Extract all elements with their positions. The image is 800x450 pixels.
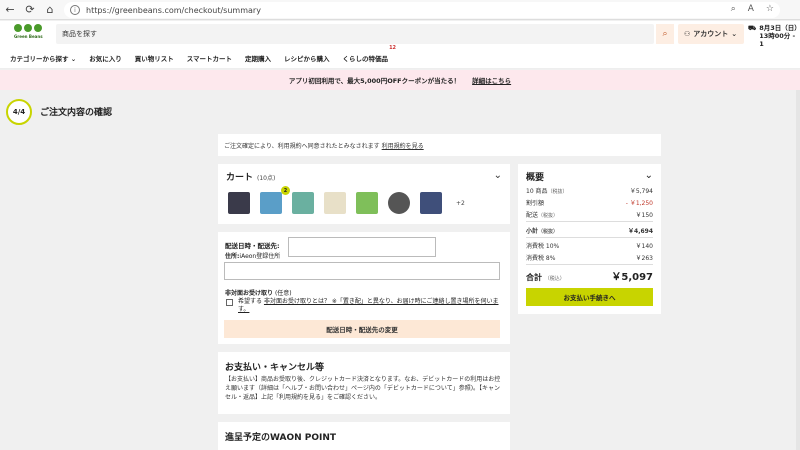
account-menu[interactable]: ⚇ アカウント ⌄ — [678, 24, 744, 44]
terms-notice: ご注文確定により、利用規約へ同意されたとみなされます 利用規約を見る — [218, 134, 661, 156]
favorite-star-icon[interactable]: ☆ — [766, 4, 774, 14]
read-aloud-icon[interactable]: A — [748, 4, 754, 14]
address-field — [224, 262, 500, 280]
cart-count: (10点) — [257, 175, 276, 182]
search-button[interactable]: ⌕ — [656, 24, 674, 44]
lock-icon[interactable]: i — [70, 5, 80, 15]
logo-text: Green Beans — [14, 34, 43, 39]
cart-product-2[interactable]: 2 — [260, 186, 290, 214]
promo-text: アプリ初回利用で、最大5,000円OFFクーポンが当たる！ — [288, 77, 461, 85]
cart-product-6[interactable] — [388, 192, 410, 214]
summary-chevron-icon[interactable]: ⌄ — [645, 170, 653, 181]
home-icon[interactable]: ⌂ — [40, 0, 60, 20]
more-items-count: +2 — [456, 199, 465, 207]
cart-section: カート (10点) ⌄ 2 +2 — [218, 164, 510, 224]
step-indicator: 4/4 — [6, 99, 32, 125]
proceed-to-payment-button[interactable]: お支払い手続きへ — [526, 288, 653, 306]
cart-product-1[interactable] — [228, 192, 250, 214]
waon-point-section: 進呈予定のWAON POINT — [218, 422, 510, 450]
cart-title: カート — [226, 173, 254, 183]
promo-details-link[interactable]: 詳細はこちら — [472, 75, 511, 85]
summary-divider — [526, 264, 653, 265]
change-delivery-button[interactable]: 配送日時・配送先の変更 — [224, 320, 500, 338]
summary-row-items: 10 商品（税抜） ￥5,794 — [526, 188, 653, 195]
account-label: アカウント — [693, 30, 729, 38]
chevron-down-icon: ⌄ — [731, 30, 738, 38]
cart-items: 2 +2 — [228, 186, 465, 214]
total-amount: ￥5,097 — [611, 272, 653, 283]
waon-point-title: 進呈予定のWAON POINT — [225, 433, 337, 443]
delivery-date: 8月3日（日） — [759, 24, 800, 32]
nav-category-browse[interactable]: カテゴリーから探す ⌄ — [10, 53, 76, 63]
quantity-badge: 2 — [281, 186, 290, 195]
url-text: https://greenbeans.com/checkout/summary — [86, 5, 261, 15]
delivery-datetime-field — [288, 237, 436, 257]
search-placeholder: 商品を探す — [62, 30, 97, 38]
browser-toolbar: ← ⟳ ⌂ i https://greenbeans.com/checkout/… — [0, 0, 800, 20]
address-bar[interactable]: i https://greenbeans.com/checkout/summar… — [64, 2, 780, 18]
unattended-checkbox[interactable] — [226, 299, 233, 306]
user-icon: ⚇ — [684, 30, 691, 38]
cart-product-4[interactable] — [324, 192, 346, 214]
payment-title: お支払い・キャンセル等 — [225, 363, 325, 373]
summary-row-subtotal: 小計（税抜） ￥4,694 — [526, 228, 653, 235]
nav-favorites[interactable]: お気に入り — [89, 53, 122, 63]
nav-special-deals[interactable]: くらしの特価品 12 — [343, 45, 397, 63]
truck-icon: ⛟ — [748, 24, 757, 32]
unattended-option-text: 希望する 非対面お受け取りとは？ ※「置き配」と異なり、お届け時にご連絡し置き場… — [238, 298, 499, 313]
cart-product-3[interactable] — [292, 192, 314, 214]
summary-total: 合計 （税込） ￥5,097 — [526, 268, 653, 283]
delivery-datetime-label: 配送日時・配送先: — [225, 242, 280, 250]
summary-title: 概要 — [526, 173, 545, 183]
nav-shopping-list[interactable]: 買い物リスト — [135, 53, 174, 63]
greenbeans-logo[interactable]: Green Beans — [14, 24, 48, 44]
nav-smart-cart[interactable]: スマートカート — [187, 53, 232, 63]
nav-subscription[interactable]: 定期購入 — [245, 53, 271, 63]
search-icon: ⌕ — [662, 29, 668, 39]
terms-text: ご注文確定により、利用規約へ同意されたとみなされます — [224, 142, 380, 150]
order-summary: 概要 ⌄ 10 商品（税抜） ￥5,794 割引額 - ￥1,250 配送（税抜… — [518, 164, 661, 314]
page-title: ご注文内容の確認 — [40, 108, 113, 118]
payment-section: お支払い・キャンセル等 【お支払い】商品お受取り後、クレジットカード決済となりま… — [218, 352, 510, 414]
summary-row-discount: 割引額 - ￥1,250 — [526, 200, 653, 207]
summary-row-tax8: 消費税 8% ￥263 — [526, 255, 653, 262]
zoom-icon[interactable]: ⌕ — [731, 4, 736, 14]
shipping-section: 配送日時・配送先: 住所:iAeon登録住所 非対面お受け取り (任意) 希望す… — [218, 232, 510, 344]
nav-recipes[interactable]: レシピから購入 — [284, 53, 330, 63]
page-scrollbar[interactable] — [796, 90, 800, 450]
cart-expand-chevron-icon[interactable]: ⌄ — [494, 170, 502, 181]
summary-row-tax10: 消費税 10% ￥140 — [526, 243, 653, 250]
back-icon[interactable]: ← — [0, 0, 20, 20]
promo-banner: アプリ初回利用で、最大5,000円OFFクーポンが当たる！ 詳細はこちら — [0, 70, 800, 90]
address-label: 住所:iAeon登録住所 — [225, 253, 281, 260]
payment-body: 【お支払い】商品お受取り後、クレジットカード決済となります。なお、デビットカード… — [225, 376, 501, 401]
cart-product-7[interactable] — [420, 192, 442, 214]
unattended-label: 非対面お受け取り (任意) — [225, 290, 292, 297]
deals-badge: 12 — [389, 44, 397, 51]
category-nav: カテゴリーから探す ⌄ お気に入り 買い物リスト スマートカート 定期購入 レシ… — [0, 45, 800, 69]
summary-divider — [526, 221, 653, 222]
summary-divider — [526, 237, 653, 238]
unattended-info-link[interactable]: 非対面お受け取りとは？ ※「置き配」と異なり、お届け時にご連絡し置き場所を伺いま… — [238, 298, 499, 313]
delivery-time: 13時00分 - 1 — [759, 32, 796, 48]
cart-product-5[interactable] — [356, 192, 378, 214]
search-input[interactable]: 商品を探す — [56, 24, 654, 44]
delivery-slot[interactable]: ⛟ 8月3日（日） 13時00分 - 1 — [748, 24, 800, 48]
terms-link[interactable]: 利用規約を見る — [382, 141, 424, 150]
reload-icon[interactable]: ⟳ — [20, 0, 40, 20]
summary-row-shipping: 配送（税抜） ￥150 — [526, 212, 653, 219]
site-header: Green Beans 商品を探す ⌕ ⚇ アカウント ⌄ ⛟ 8月3日（日） … — [0, 21, 800, 48]
